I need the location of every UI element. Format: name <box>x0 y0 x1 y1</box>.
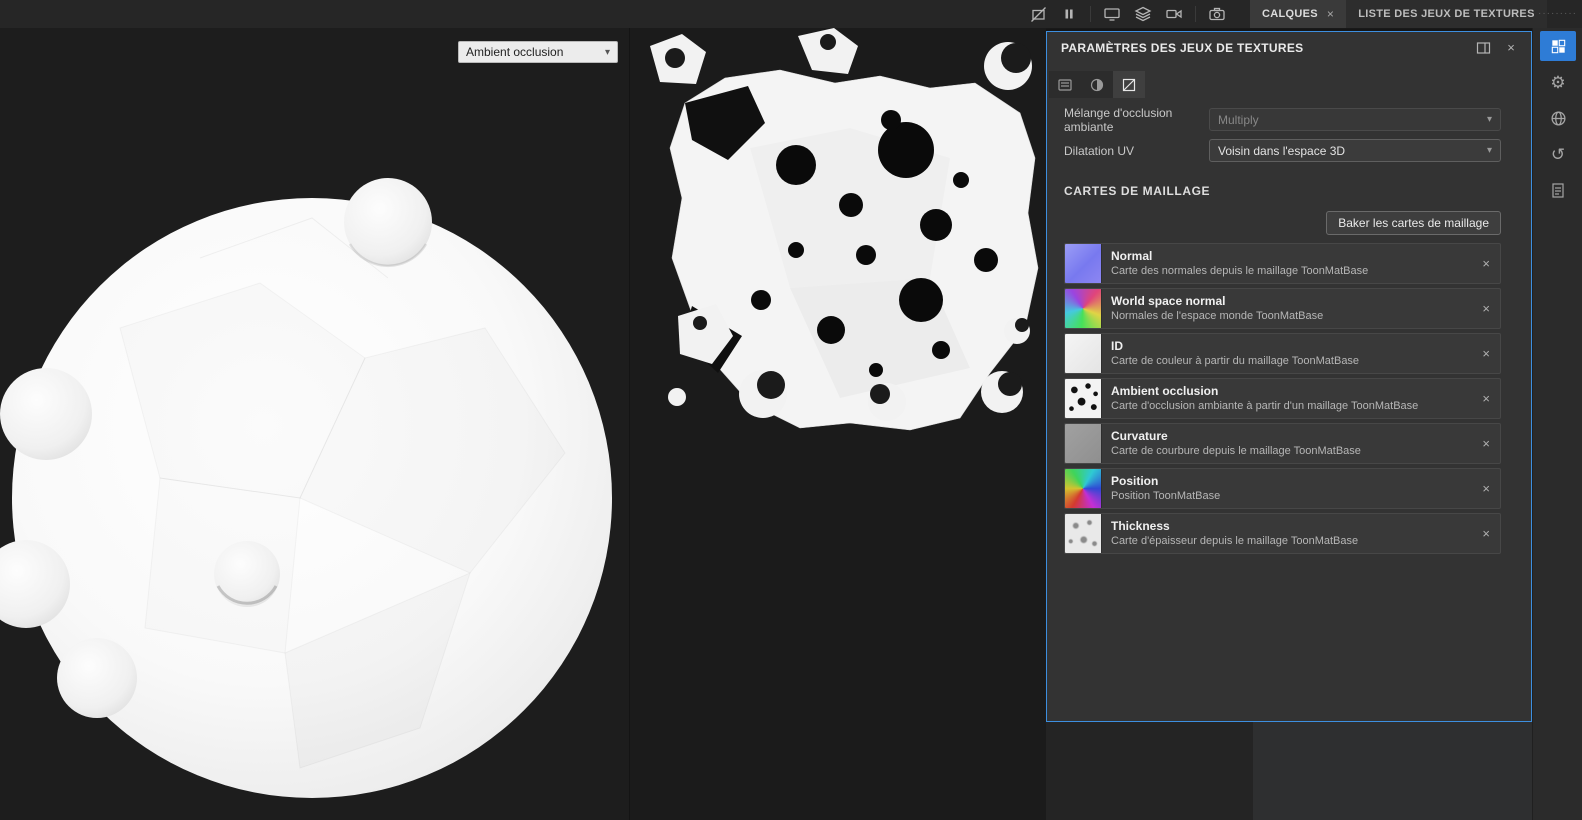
toolbar-separator <box>1090 6 1091 22</box>
bake-mesh-maps-button[interactable]: Baker les cartes de maillage <box>1326 211 1501 235</box>
tab-material-settings[interactable] <box>1081 71 1113 98</box>
texture-set-settings-panel: PARAMÈTRES DES JEUX DE TEXTURES × Mélang… <box>1046 31 1532 722</box>
chevron-down-icon: ▾ <box>1486 145 1492 156</box>
mesh-map-name: ID <box>1111 338 1123 353</box>
tab-uv-dilation-settings[interactable] <box>1113 71 1145 98</box>
panel-tab-strip <box>1049 71 1145 98</box>
globe-glyph <box>1550 110 1566 126</box>
gear-icon[interactable]: ⚙ <box>1540 67 1576 97</box>
curvature-thumbnail <box>1065 424 1102 463</box>
chevron-down-icon: ▾ <box>604 46 610 58</box>
close-icon[interactable]: × <box>1472 256 1500 271</box>
mesh-map-name: World space normal <box>1111 293 1226 308</box>
close-icon[interactable]: × <box>1472 346 1500 361</box>
material-stack-icon[interactable] <box>1133 4 1153 24</box>
ao-blend-label: Mélange d'occlusion ambiante <box>1064 105 1173 134</box>
close-icon[interactable]: × <box>1501 38 1521 58</box>
no-tiling-icon[interactable] <box>1028 4 1048 24</box>
viewport-3d[interactable]: Ambient occlusion ▾ <box>0 28 630 820</box>
ao-blend-value: Multiply <box>1218 112 1259 127</box>
uv-dilation-field: Dilatation UV Voisin dans l'espace 3D ▾ <box>1064 139 1501 162</box>
viewport-2d[interactable] <box>630 28 1046 820</box>
thickness-thumbnail <box>1065 514 1102 553</box>
close-icon[interactable]: × <box>1472 301 1500 316</box>
display-settings-icon[interactable] <box>1102 4 1122 24</box>
background-area <box>1046 722 1253 820</box>
document-glyph <box>1552 182 1564 198</box>
mesh-map-description: Position ToonMatBase <box>1111 490 1221 503</box>
pause-icon[interactable] <box>1059 4 1079 24</box>
camera-icon[interactable] <box>1207 4 1227 24</box>
tab-calques-label: CALQUES <box>1262 8 1318 20</box>
mesh-map-list: Normal Carte des normales depuis le mail… <box>1064 243 1501 554</box>
globe-icon[interactable] <box>1540 103 1576 133</box>
toolbar-separator <box>1195 6 1196 22</box>
ambient-occlusion-thumbnail <box>1065 379 1102 418</box>
mesh-map-description: Normales de l'espace monde ToonMatBase <box>1111 310 1324 323</box>
tab-calques[interactable]: CALQUES × <box>1250 0 1347 28</box>
dock-panel-icon[interactable] <box>1473 38 1493 58</box>
right-icon-rail: ⚙ ↺ <box>1532 28 1582 820</box>
id-map-thumbnail <box>1065 334 1102 373</box>
history-icon[interactable]: ↺ <box>1540 139 1576 169</box>
mesh-map-description: Carte d'épaisseur depuis le maillage Too… <box>1111 535 1359 548</box>
mesh-map-row-position[interactable]: Position Position ToonMatBase × <box>1064 468 1501 509</box>
tab-baking-settings[interactable] <box>1049 71 1081 98</box>
uv-dilation-select[interactable]: Voisin dans l'espace 3D ▾ <box>1209 139 1501 162</box>
uv-dilation-icon <box>1122 78 1136 91</box>
close-icon[interactable]: × <box>1472 526 1500 541</box>
background-panel-area <box>1253 722 1532 820</box>
mesh-map-description: Carte de couleur à partir du maillage To… <box>1111 355 1360 368</box>
mesh-map-row-thickness[interactable]: Thickness Carte d'épaisseur depuis le ma… <box>1064 513 1501 554</box>
mesh-map-row-curvature[interactable]: Curvature Carte de courbure depuis le ma… <box>1064 423 1501 464</box>
mesh-map-row-id[interactable]: ID Carte de couleur à partir du maillage… <box>1064 333 1501 374</box>
normal-map-thumbnail <box>1065 244 1102 283</box>
sphere-icon <box>1090 78 1104 91</box>
3d-render-sphere <box>0 178 612 798</box>
close-icon[interactable]: × <box>1327 7 1334 21</box>
mesh-map-name: Position <box>1111 473 1159 488</box>
mesh-map-description: Carte d'occlusion ambiante à partir d'un… <box>1111 400 1419 413</box>
uv-dilation-value: Voisin dans l'espace 3D <box>1218 143 1346 158</box>
mesh-map-row-ambient-occlusion[interactable]: Ambient occlusion Carte d'occlusion ambi… <box>1064 378 1501 419</box>
panel-title: PARAMÈTRES DES JEUX DE TEXTURES <box>1061 40 1304 55</box>
mesh-map-row-normal[interactable]: Normal Carte des normales depuis le mail… <box>1064 243 1501 284</box>
mesh-map-name: Thickness <box>1111 518 1170 533</box>
close-icon[interactable]: × <box>1472 436 1500 451</box>
close-icon[interactable]: × <box>1472 391 1500 406</box>
shader-mode-dropdown[interactable]: Ambient occlusion ▾ <box>458 41 618 63</box>
close-icon[interactable]: × <box>1472 481 1500 496</box>
drag-handle-dots[interactable]: ········· <box>1538 8 1577 19</box>
world-space-normal-thumbnail <box>1065 289 1102 328</box>
top-toolbar: CALQUES × LISTE DES JEUX DE TEXTURES ···… <box>0 0 1582 29</box>
mesh-map-name: Curvature <box>1111 428 1168 443</box>
mesh-map-row-world-space-normal[interactable]: World space normal Normales de l'espace … <box>1064 288 1501 329</box>
mesh-map-description: Carte des normales depuis le maillage To… <box>1111 265 1369 278</box>
viewport-toolbar-icons <box>1028 0 1227 28</box>
oven-icon <box>1058 78 1072 91</box>
uv-islands-render <box>650 28 1039 431</box>
panel-header: PARAMÈTRES DES JEUX DE TEXTURES × <box>1047 32 1531 63</box>
mesh-map-name: Normal <box>1111 248 1153 263</box>
grid-icon <box>1551 39 1565 53</box>
position-thumbnail <box>1065 469 1102 508</box>
mesh-map-name: Ambient occlusion <box>1111 383 1219 398</box>
video-camera-icon[interactable] <box>1164 4 1184 24</box>
mesh-map-description: Carte de courbure depuis le maillage Too… <box>1111 445 1361 458</box>
ao-blend-select[interactable]: Multiply ▾ <box>1209 108 1501 131</box>
tab-liste-des-jeux-de-textures[interactable]: LISTE DES JEUX DE TEXTURES <box>1346 0 1547 28</box>
document-icon[interactable] <box>1540 175 1576 205</box>
panel-content: Mélange d'occlusion ambiante Multiply ▾ … <box>1047 98 1531 554</box>
ao-blend-field: Mélange d'occlusion ambiante Multiply ▾ <box>1064 105 1501 134</box>
texture-set-settings-icon[interactable] <box>1540 31 1576 61</box>
shader-mode-value: Ambient occlusion <box>466 45 564 59</box>
uv-dilation-label: Dilatation UV <box>1064 143 1135 158</box>
mesh-maps-section-title: CARTES DE MAILLAGE <box>1064 184 1211 198</box>
top-tabs: CALQUES × LISTE DES JEUX DE TEXTURES <box>1250 0 1547 28</box>
chevron-down-icon: ▾ <box>1486 114 1492 125</box>
tab-liste-label: LISTE DES JEUX DE TEXTURES <box>1358 8 1535 20</box>
